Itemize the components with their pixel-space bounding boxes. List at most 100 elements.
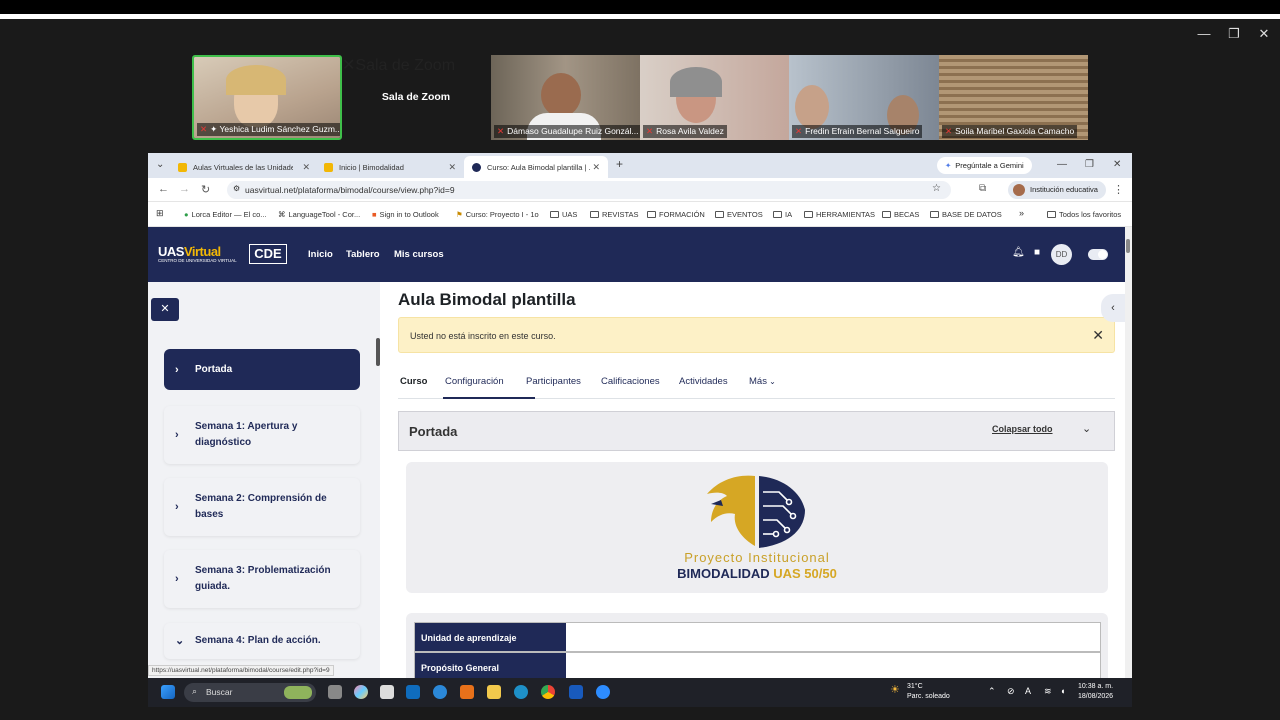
tab-curso[interactable]: Curso <box>400 376 427 387</box>
chrome-icon[interactable] <box>541 685 555 699</box>
forward-icon[interactable]: → <box>179 183 190 195</box>
browser-restore-icon[interactable]: ❐ <box>1085 159 1094 170</box>
bell-icon[interactable]: 🔔︎ <box>1012 247 1025 258</box>
open-right-drawer-button[interactable]: ‹ <box>1101 294 1125 322</box>
folder-icon <box>590 211 599 218</box>
participant-tile[interactable]: ✕ Dámaso Guadalupe Ruiz Gonzál... <box>491 55 640 140</box>
volume-icon[interactable]: ◖ <box>1060 686 1065 696</box>
bookmark-folder[interactable]: BASE DE DATOS <box>930 210 1002 219</box>
nav-mis-cursos[interactable]: Mis cursos <box>394 249 444 260</box>
collapse-all-link[interactable]: Colapsar todo <box>992 424 1053 434</box>
tab-mas[interactable]: Más ⌄ <box>749 376 776 387</box>
start-icon[interactable] <box>161 685 175 699</box>
participant-tile[interactable]: ✕ Soila Maribel Gaxiola Camacho <box>939 55 1088 140</box>
tab-label: Curso: Aula Bimodal plantilla | ... <box>487 162 591 172</box>
participant-tile[interactable]: ✕ Rosa Avila Valdez <box>640 55 789 140</box>
weather-widget[interactable]: ☀ 31°C Parc. soleado <box>890 682 950 702</box>
page-scrollbar[interactable] <box>1125 227 1132 707</box>
close-tab-icon[interactable]: ✕ <box>592 162 600 173</box>
copilot-icon[interactable] <box>354 685 368 699</box>
gemini-button[interactable]: ✦ Pregúntale a Gemini <box>937 157 1032 174</box>
tab-configuracion[interactable]: Configuración <box>445 376 504 387</box>
uas-virtual-logo[interactable]: UASVirtual CENTRO DE UNIVERSIDAD VIRTUAL <box>158 244 237 263</box>
bookmark-folder[interactable]: IA <box>773 210 792 219</box>
browser-tab[interactable]: Inicio | Bimodalidad ✕ <box>316 156 464 178</box>
nav-inicio[interactable]: Inicio <box>308 249 333 260</box>
chevron-down-icon[interactable]: ⌄ <box>1082 422 1091 435</box>
edge-icon[interactable] <box>514 685 528 699</box>
messages-icon[interactable]: ■ <box>1034 247 1040 258</box>
banner-uas-5050: UAS 50/50 <box>773 566 837 581</box>
sidebar-item-semana-2[interactable]: › Semana 2: Comprensión de bases <box>164 478 360 536</box>
sidebar-item-semana-1[interactable]: › Semana 1: Apertura y diagnóstico <box>164 406 360 464</box>
profile-button[interactable]: Institución educativa <box>1008 181 1106 199</box>
sidebar-item-portada[interactable]: › Portada <box>164 349 360 390</box>
taskbar-search[interactable]: ⌕ Buscar <box>184 683 316 702</box>
url-field[interactable]: ⚙ uasvirtual.net/plataforma/bimodal/cour… <box>227 181 951 199</box>
reload-icon[interactable]: ↻ <box>201 183 210 196</box>
tray-app-icon[interactable]: ⊘ <box>1007 686 1015 697</box>
tab-calificaciones[interactable]: Calificaciones <box>601 376 660 387</box>
folder-icon <box>715 211 724 218</box>
bookmark-label: BECAS <box>894 210 920 219</box>
apps-grid-icon[interactable]: ⊞ <box>156 208 164 219</box>
participant-tile[interactable]: ✕ Fredin Efraín Bernal Salgueiro <box>789 55 939 140</box>
bookmark-folder[interactable]: EVENTOS <box>715 210 763 219</box>
outlook-icon[interactable] <box>406 685 420 699</box>
sidebar-item-semana-3[interactable]: › Semana 3: Problematización guiada. <box>164 550 360 608</box>
browser-icon[interactable] <box>433 685 447 699</box>
wifi-icon[interactable]: ≋ <box>1044 686 1052 697</box>
close-tab-icon[interactable]: ✕ <box>302 162 310 173</box>
browser-tab-active[interactable]: Curso: Aula Bimodal plantilla | ... ✕ <box>464 156 608 178</box>
tab-participantes[interactable]: Participantes <box>526 376 581 387</box>
bookmark-folder[interactable]: FORMACIÓN <box>647 210 705 219</box>
mic-muted-icon: ✕ <box>945 126 953 136</box>
bookmarks-overflow-icon[interactable]: » <box>1019 208 1024 218</box>
close-icon[interactable]: ✕ <box>1092 327 1104 344</box>
all-favorites-folder[interactable]: Todos los favoritos <box>1047 210 1121 219</box>
extensions-icon[interactable]: ⧉ <box>979 183 986 194</box>
task-view-icon[interactable] <box>328 685 342 699</box>
chevron-up-icon[interactable]: ⌃ <box>988 686 996 697</box>
bookmark-star-icon[interactable]: ☆ <box>932 183 941 194</box>
restore-button[interactable]: ❐ <box>1224 26 1244 42</box>
browser-minimize-icon[interactable]: — <box>1057 159 1067 170</box>
bookmark-item[interactable]: ⚑ Curso: Proyecto I - 1o <box>456 210 539 219</box>
close-drawer-button[interactable]: ✕ <box>151 298 179 321</box>
zoom-icon[interactable] <box>596 685 610 699</box>
word-icon[interactable] <box>569 685 583 699</box>
browser-menu-icon[interactable]: ⋮ <box>1113 183 1124 196</box>
bookmark-item[interactable]: ■ Sign in to Outlook <box>372 210 439 219</box>
bookmark-item[interactable]: ● Lorca Editor — El co... <box>184 210 267 219</box>
nav-tablero[interactable]: Tablero <box>346 249 380 260</box>
sidebar-item-semana-4[interactable]: ⌄ Semana 4: Plan de acción. <box>164 623 360 659</box>
bookmark-folder[interactable]: REVISTAS <box>590 210 639 219</box>
close-button[interactable]: ✕ <box>1254 26 1274 42</box>
language-icon[interactable]: A <box>1025 686 1031 696</box>
user-avatar[interactable]: DD <box>1051 244 1072 265</box>
bookmark-folder[interactable]: UAS <box>550 210 577 219</box>
edit-mode-toggle[interactable] <box>1088 249 1108 260</box>
back-icon[interactable]: ← <box>158 183 169 195</box>
office-icon[interactable] <box>460 685 474 699</box>
minimize-button[interactable]: — <box>1194 26 1214 41</box>
new-tab-button[interactable]: + <box>616 157 623 171</box>
bookmarks-bar: ⊞ ● Lorca Editor — El co... ⌘ LanguageTool… <box>148 202 1132 227</box>
zoom-room-tile[interactable]: Sala de Zoom ✕Sala de Zoom <box>342 55 490 140</box>
tab-search-icon[interactable]: ⌄ <box>156 159 164 170</box>
browser-tab[interactable]: Aulas Virtuales de las Unidades ✕ <box>170 156 318 178</box>
logo-text-accent: Virtual <box>183 244 221 259</box>
folder-icon <box>1047 211 1056 218</box>
browser-close-icon[interactable]: ✕ <box>1113 159 1121 170</box>
banner-line-1: Proyecto Institucional <box>684 550 830 565</box>
system-clock[interactable]: 10:38 a. m. 18/08/2026 <box>1078 682 1113 702</box>
bookmark-folder[interactable]: HERRAMIENTAS <box>804 210 875 219</box>
bookmark-item[interactable]: ⌘ LanguageTool - Cor... <box>278 210 360 219</box>
bookmark-folder[interactable]: BECAS <box>882 210 919 219</box>
file-explorer-icon[interactable] <box>487 685 501 699</box>
widgets-icon[interactable] <box>380 685 394 699</box>
page-scrollbar-thumb[interactable] <box>1126 239 1130 253</box>
participant-tile[interactable]: ✕ ✦ Yeshica Ludim Sánchez Guzm... <box>192 55 342 140</box>
tab-actividades[interactable]: Actividades <box>679 376 728 387</box>
close-tab-icon[interactable]: ✕ <box>448 162 456 173</box>
